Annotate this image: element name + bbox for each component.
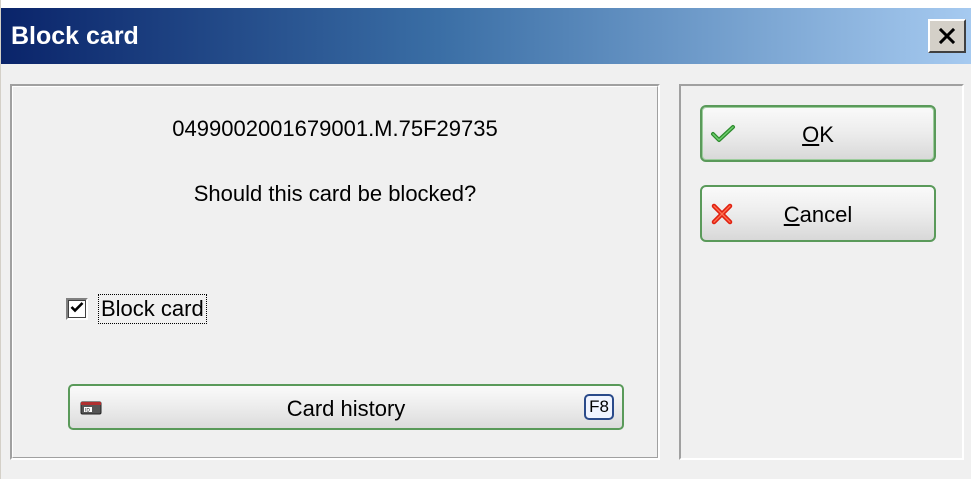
- close-button[interactable]: [928, 19, 966, 53]
- block-card-label[interactable]: Block card: [98, 294, 207, 324]
- top-strip: [1, 0, 971, 8]
- cancel-mnemonic: C: [783, 202, 800, 227]
- title-bar[interactable]: Block card: [1, 8, 971, 64]
- ok-label-rest: K: [819, 122, 834, 147]
- cancel-button[interactable]: Cancel: [700, 185, 936, 242]
- block-question-text: Should this card be blocked?: [193, 181, 477, 206]
- close-icon: [938, 28, 956, 44]
- card-history-label: Card history: [286, 396, 406, 421]
- checkmark-icon: [70, 300, 84, 318]
- content-panel: 0499002001679001.M.75F29735 Should this …: [10, 84, 660, 460]
- ok-button[interactable]: OK: [700, 105, 936, 162]
- cancel-label-rest: ancel: [799, 202, 853, 227]
- ok-mnemonic: O: [802, 122, 820, 147]
- window-title: Block card: [11, 22, 139, 50]
- card-history-button[interactable]: ID Card history F8: [68, 384, 624, 430]
- action-panel: OK Cancel: [679, 84, 964, 460]
- block-card-dialog: Block card 0499002001679001.M.75F29735 S…: [0, 0, 971, 479]
- f8-shortcut-badge: F8: [584, 394, 614, 420]
- card-id-text: 0499002001679001.M.75F29735: [172, 116, 498, 141]
- cancel-label: Cancel: [702, 202, 934, 228]
- block-card-checkbox[interactable]: [66, 298, 88, 320]
- ok-label: OK: [702, 122, 934, 148]
- block-card-checkbox-row[interactable]: Block card: [66, 294, 207, 324]
